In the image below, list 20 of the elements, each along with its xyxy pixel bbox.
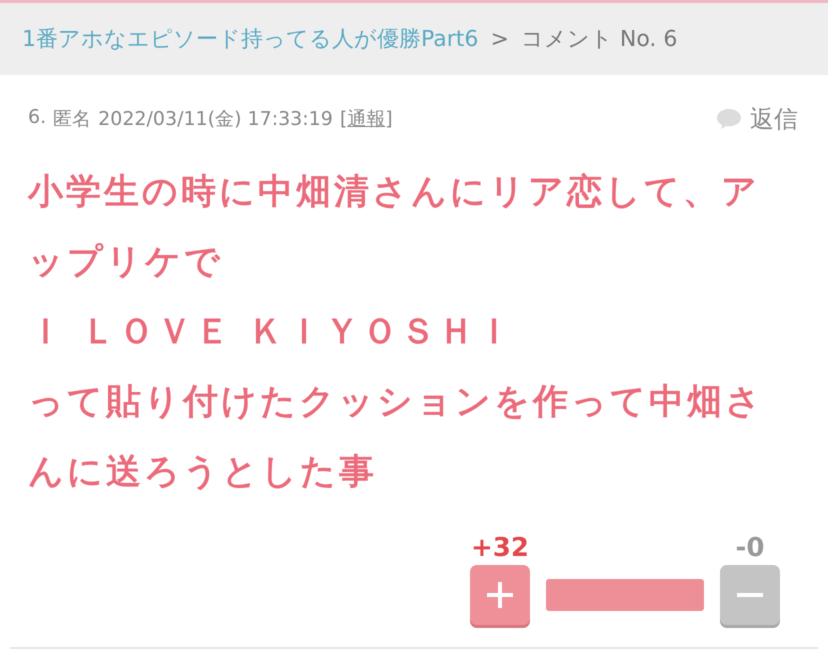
comment-text: って貼り付けたクッションを作って中畑さんに送ろうとした事 (28, 381, 765, 494)
plus-count: +32 (471, 533, 529, 563)
report-link[interactable]: 通報 (347, 108, 386, 130)
minus-button[interactable] (720, 565, 780, 625)
reply-link[interactable]: 返信 (750, 103, 798, 135)
comment-text: 小学生の時に中畑清さんにリア恋して、アップリケで (28, 171, 761, 284)
minus-icon (737, 593, 763, 597)
minus-count: -0 (736, 533, 764, 563)
comment-datetime: 2022/03/11(金) 17:33:19 (98, 107, 333, 132)
bracket: [ (340, 108, 348, 130)
author-name: 匿名 (53, 107, 92, 132)
breadcrumb-separator: > (490, 26, 509, 52)
plus-icon (485, 580, 515, 610)
comment-number: 6. (28, 106, 46, 130)
plus-button[interactable] (470, 565, 530, 625)
breadcrumb-current: コメント No. 6 (520, 26, 678, 54)
thread-link[interactable]: 1番アホなエピソード持ってる人が優勝Part6 (22, 24, 478, 54)
bracket: ] (385, 108, 393, 130)
speech-bubble-icon[interactable] (716, 108, 742, 130)
comment-text: Ｉ ＬＯＶＥ ＫＩＹＯＳＨＩ (28, 311, 516, 354)
